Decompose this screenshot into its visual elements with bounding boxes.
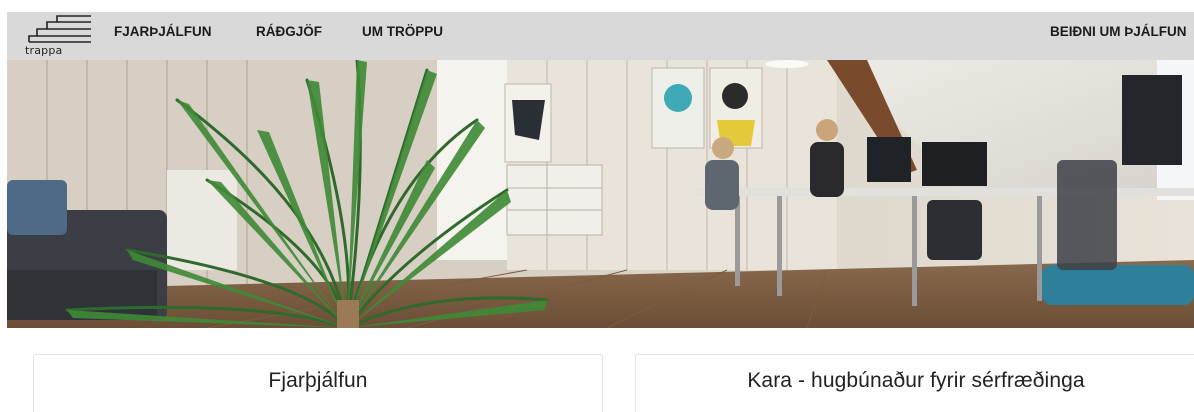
- nav-item-um-troppu[interactable]: UM TRÖPPU: [362, 12, 443, 60]
- content-area: Fjarþjálfun Kara - hugbúnaður fyrir sérf…: [0, 328, 1194, 412]
- office-photo: [7, 60, 1194, 328]
- nav-item-radgjof[interactable]: RÁÐGJÖF: [256, 12, 322, 60]
- logo-wordmark: trappa: [25, 44, 63, 57]
- page-top-margin: [0, 0, 1194, 12]
- card-title: Kara - hugbúnaður fyrir sérfræðinga: [747, 369, 1085, 392]
- card-title: Fjarþjálfun: [268, 369, 368, 392]
- nav-item-beidni-um-thjalfun[interactable]: BEIÐNI UM ÞJÁLFUN: [1050, 12, 1187, 60]
- hero-image: [7, 60, 1194, 328]
- stairs-logo-icon: [28, 15, 91, 43]
- trappa-logo[interactable]: trappa: [25, 14, 95, 58]
- top-navbar: trappa FJARÞJÁLFUN RÁÐGJÖF UM TRÖPPU BEI…: [7, 12, 1194, 60]
- nav-item-fjarthjalfun[interactable]: FJARÞJÁLFUN: [114, 12, 212, 60]
- card-fjarthjalfun[interactable]: Fjarþjálfun: [33, 354, 603, 412]
- card-kara[interactable]: Kara - hugbúnaður fyrir sérfræðinga: [635, 354, 1194, 412]
